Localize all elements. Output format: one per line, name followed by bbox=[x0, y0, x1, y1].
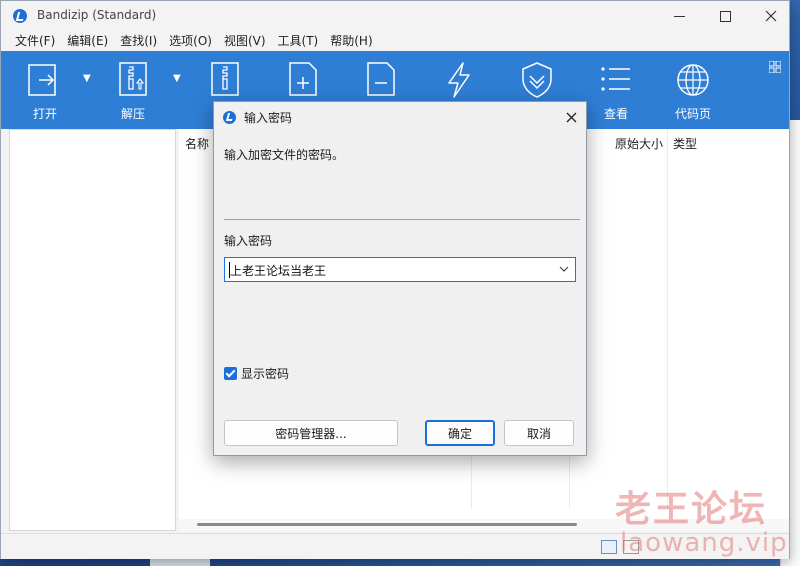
title-bar: Bandizip (Standard) bbox=[1, 1, 789, 31]
open-label: 打开 bbox=[32, 107, 57, 121]
column-divider bbox=[667, 129, 668, 509]
dialog-close-button[interactable] bbox=[560, 107, 582, 127]
ok-button[interactable]: 确定 bbox=[425, 420, 495, 446]
watermark-text: 老王论坛 bbox=[615, 489, 768, 530]
show-password-row[interactable]: 显示密码 bbox=[224, 365, 289, 381]
codepage-label: 代码页 bbox=[674, 107, 711, 121]
scrollbar-thumb[interactable] bbox=[197, 523, 577, 526]
password-field-label: 输入密码 bbox=[224, 234, 273, 248]
bandizip-dialog-icon bbox=[223, 111, 236, 124]
menu-help[interactable]: 帮助(H) bbox=[324, 31, 378, 51]
show-password-checkbox[interactable] bbox=[224, 366, 237, 380]
cancel-button[interactable]: 取消 bbox=[504, 420, 574, 446]
maximize-icon bbox=[719, 10, 731, 22]
minimize-button[interactable] bbox=[656, 1, 702, 31]
maximize-button[interactable] bbox=[702, 1, 748, 31]
globe-icon bbox=[677, 64, 709, 96]
menu-options[interactable]: 选项(O) bbox=[163, 31, 218, 51]
minimize-icon bbox=[673, 15, 685, 17]
menu-bar: 文件(F) 编辑(E) 查找(I) 选项(O) 视图(V) 工具(T) 帮助(H… bbox=[1, 31, 789, 51]
open-dropdown-icon[interactable]: ▼ bbox=[83, 73, 91, 84]
lightning-icon bbox=[448, 62, 470, 98]
menu-tools[interactable]: 工具(T) bbox=[272, 31, 325, 51]
extract-button[interactable]: 解压 bbox=[103, 61, 163, 125]
column-header-type[interactable]: 类型 bbox=[673, 135, 697, 152]
extract-dropdown-icon[interactable]: ▼ bbox=[173, 73, 181, 84]
menu-view[interactable]: 视图(V) bbox=[218, 31, 272, 51]
chevron-down-icon[interactable] bbox=[559, 262, 569, 276]
details-view-icon[interactable] bbox=[601, 540, 617, 554]
menu-file[interactable]: 文件(F) bbox=[9, 31, 61, 51]
codepage-button[interactable]: 代码页 bbox=[663, 61, 723, 125]
menu-edit[interactable]: 编辑(E) bbox=[61, 31, 114, 51]
dialog-prompt-text: 输入加密文件的密码。 bbox=[224, 148, 345, 162]
dialog-separator bbox=[224, 219, 580, 220]
view-button[interactable]: 查看 bbox=[586, 61, 646, 125]
password-combobox[interactable]: 上老王论坛当老王 bbox=[224, 257, 576, 282]
show-password-label[interactable]: 显示密码 bbox=[241, 365, 289, 382]
dialog-title: 输入密码 bbox=[244, 111, 293, 125]
column-header-original-size[interactable]: 原始大小 bbox=[615, 135, 663, 152]
view-label: 查看 bbox=[603, 107, 628, 121]
close-window-button[interactable] bbox=[748, 1, 794, 31]
add-file-icon bbox=[289, 62, 317, 96]
new-archive-icon bbox=[211, 62, 239, 96]
folder-tree-panel[interactable] bbox=[9, 129, 176, 531]
column-header-name[interactable]: 名称 bbox=[185, 135, 209, 152]
open-button[interactable]: 打开 bbox=[15, 61, 75, 125]
zip-file-icon bbox=[119, 62, 147, 96]
password-manager-button[interactable]: 密码管理器... bbox=[224, 420, 398, 446]
window-title: Bandizip (Standard) bbox=[37, 8, 157, 22]
dialog-title-bar: 输入密码 bbox=[214, 102, 586, 132]
menu-find[interactable]: 查找(I) bbox=[114, 31, 163, 51]
password-input-value[interactable]: 上老王论坛当老王 bbox=[230, 262, 326, 279]
watermark-url: laowang.vip bbox=[620, 528, 788, 558]
close-icon bbox=[566, 112, 576, 122]
password-dialog: 输入密码 输入加密文件的密码。 输入密码 上老王论坛当老王 显示密码 密码管理器… bbox=[213, 101, 587, 456]
shield-icon bbox=[522, 62, 552, 98]
extract-label: 解压 bbox=[120, 107, 145, 121]
close-icon bbox=[765, 10, 777, 22]
list-view-icon bbox=[601, 67, 630, 91]
open-arrow-icon bbox=[28, 64, 56, 96]
remove-file-icon bbox=[367, 62, 395, 96]
bandizip-app-icon bbox=[13, 9, 27, 23]
layout-grid-icon[interactable] bbox=[769, 61, 781, 73]
